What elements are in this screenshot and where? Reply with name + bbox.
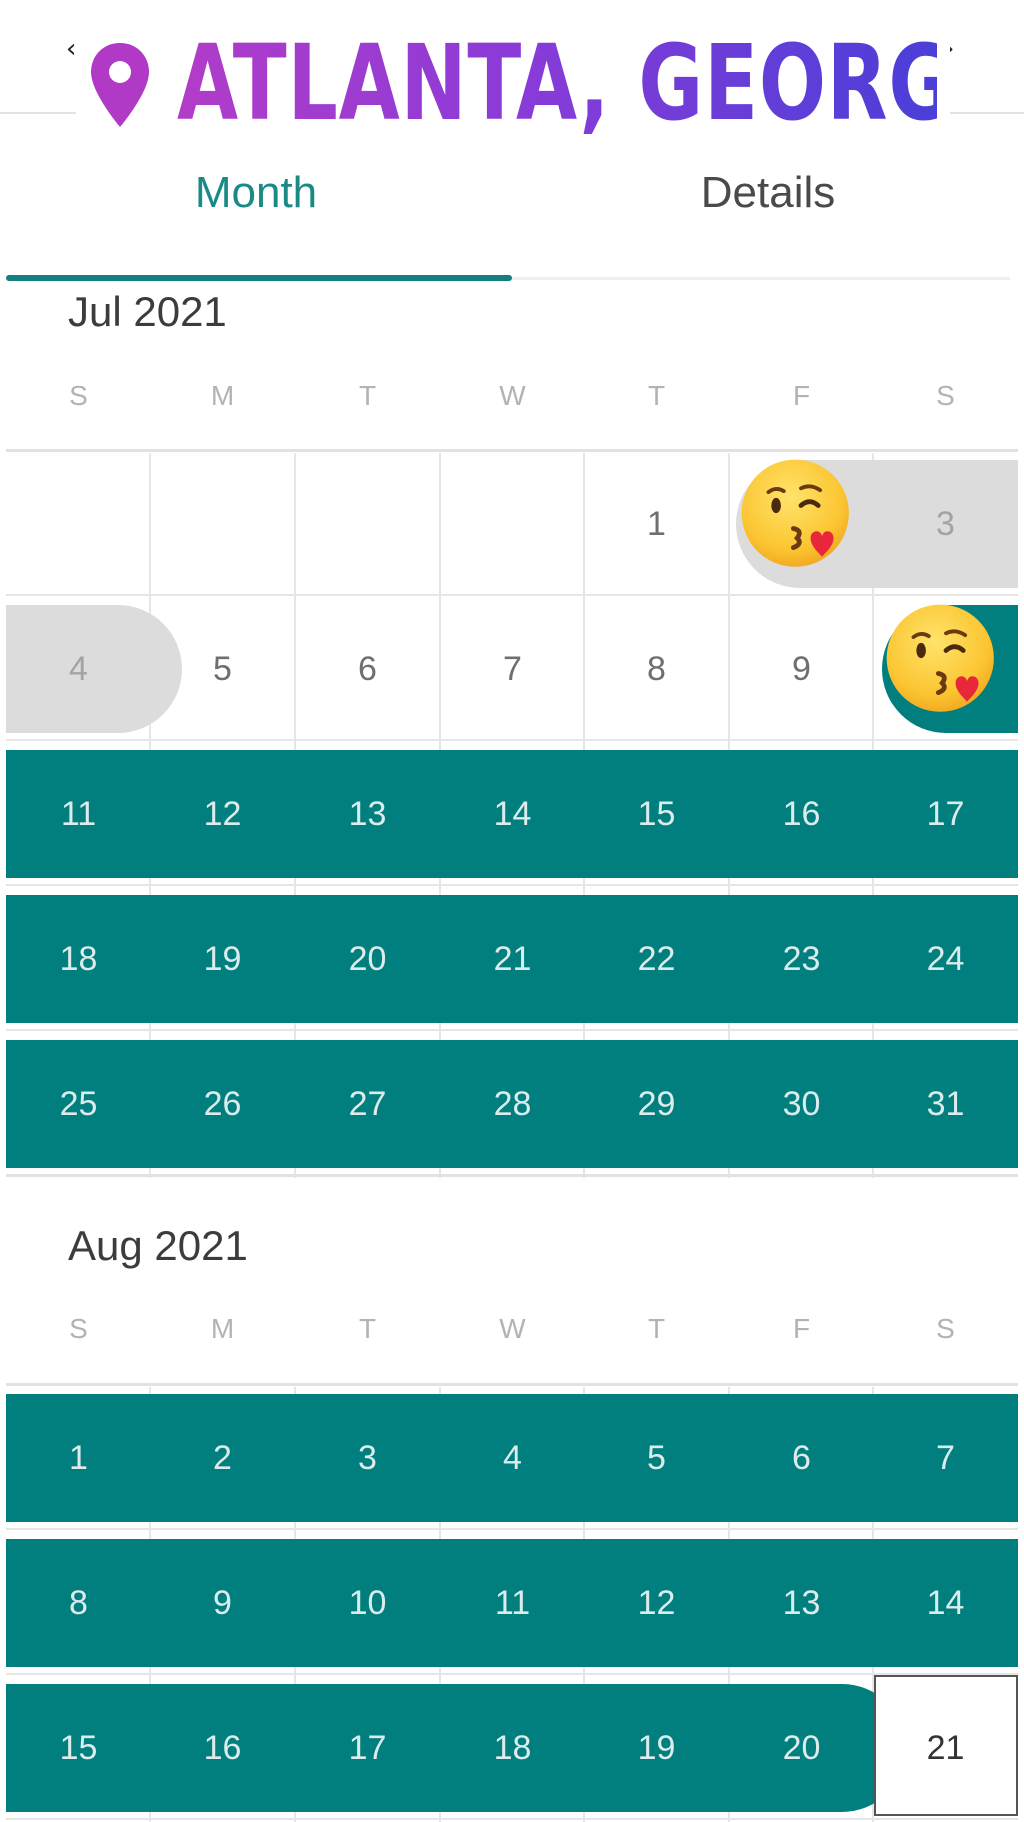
calendar-day[interactable]: 19: [584, 1728, 729, 1768]
grid-line: [294, 453, 296, 598]
calendar-day[interactable]: 16: [150, 1728, 295, 1768]
calendar-day[interactable]: 7: [873, 1438, 1018, 1478]
calendar-day[interactable]: 20: [729, 1728, 874, 1768]
calendar-day[interactable]: 11: [440, 1583, 585, 1623]
calendar-day[interactable]: 9: [150, 1583, 295, 1623]
weekday-label: T: [358, 1313, 377, 1344]
calendar-day[interactable]: 18: [6, 939, 151, 979]
kissing-face-emoji-icon: [886, 604, 994, 712]
weekday-divider: [6, 1383, 1018, 1386]
calendar-day[interactable]: 15: [6, 1728, 151, 1768]
calendar-day[interactable]: 8: [584, 649, 729, 689]
tab-month[interactable]: Month: [36, 168, 476, 218]
weekday-label: M: [210, 1313, 235, 1344]
chevron-left-icon[interactable]: ‹: [66, 36, 76, 62]
grid-line: [439, 453, 441, 598]
calendar-day[interactable]: 17: [295, 1728, 440, 1768]
month-title: Jul 2021: [68, 288, 227, 335]
weekday-label: T: [647, 380, 666, 411]
weekday-label: S: [936, 1313, 955, 1344]
weekday-label: S: [69, 380, 88, 411]
calendar-day[interactable]: 22: [584, 939, 729, 979]
grid-line: [6, 1528, 1018, 1530]
weekday-label: W: [499, 380, 526, 411]
calendar-day[interactable]: 19: [150, 939, 295, 979]
calendar-day[interactable]: 15: [584, 794, 729, 834]
kissing-face-emoji-icon: [741, 459, 849, 567]
calendar-day[interactable]: 4: [440, 1438, 585, 1478]
month-divider: [6, 1174, 1018, 1177]
calendar-day[interactable]: 27: [295, 1084, 440, 1124]
calendar-day[interactable]: 29: [584, 1084, 729, 1124]
calendar-day[interactable]: 23: [729, 939, 874, 979]
calendar-day[interactable]: 2: [150, 1438, 295, 1478]
calendar-day[interactable]: 31: [873, 1084, 1018, 1124]
calendar-day[interactable]: 30: [729, 1084, 874, 1124]
calendar-day[interactable]: 6: [295, 649, 440, 689]
top-divider-left: [0, 112, 76, 114]
calendar-day[interactable]: 11: [6, 794, 151, 834]
tab-active-indicator: [6, 275, 512, 281]
weekday-label: T: [647, 1313, 666, 1344]
location-sticker: ATLANTA, GEORGIA: [76, 8, 1024, 158]
weekday-label: T: [358, 380, 377, 411]
weekday-label: F: [792, 1313, 811, 1344]
calendar-day[interactable]: 25: [6, 1084, 151, 1124]
month-title: Aug 2021: [68, 1222, 248, 1269]
calendar-day[interactable]: 24: [873, 939, 1018, 979]
calendar-day[interactable]: 20: [295, 939, 440, 979]
calendar-day[interactable]: 18: [440, 1728, 585, 1768]
calendar-day[interactable]: 1: [6, 1438, 151, 1478]
calendar-day[interactable]: 4: [6, 649, 151, 689]
calendar-day[interactable]: 16: [729, 794, 874, 834]
calendar-day[interactable]: 7: [440, 649, 585, 689]
weekday-label: F: [792, 380, 811, 411]
location-text: ATLANTA, GEORGIA: [177, 22, 1024, 144]
calendar-day[interactable]: 28: [440, 1084, 585, 1124]
calendar-day[interactable]: 17: [873, 794, 1018, 834]
calendar-day[interactable]: 14: [440, 794, 585, 834]
calendar-day[interactable]: 26: [150, 1084, 295, 1124]
calendar-day[interactable]: 12: [150, 794, 295, 834]
calendar-day[interactable]: 8: [6, 1583, 151, 1623]
calendar-day[interactable]: 5: [150, 649, 295, 689]
calendar-day[interactable]: 14: [873, 1583, 1018, 1623]
calendar-day[interactable]: 3: [295, 1438, 440, 1478]
grid-line: [6, 594, 1018, 596]
location-pin-icon: [91, 43, 149, 127]
grid-line: [6, 1673, 1018, 1675]
calendar-day[interactable]: 13: [295, 794, 440, 834]
weekday-label: M: [210, 380, 235, 411]
weekday-label: S: [69, 1313, 88, 1344]
calendar-day[interactable]: 3: [873, 504, 1018, 544]
weekday-label: S: [936, 380, 955, 411]
grid-line: [6, 739, 1018, 741]
calendar-day[interactable]: 5: [584, 1438, 729, 1478]
grid-line: [6, 1029, 1018, 1031]
weekday-label: W: [499, 1313, 526, 1344]
calendar-day[interactable]: 21: [873, 1728, 1018, 1768]
calendar-day[interactable]: 10: [295, 1583, 440, 1623]
grid-line: [6, 884, 1018, 886]
calendar-day[interactable]: 13: [729, 1583, 874, 1623]
grid-line: [149, 453, 151, 598]
calendar-day[interactable]: 1: [584, 504, 729, 544]
calendar-day[interactable]: 9: [729, 649, 874, 689]
calendar-day[interactable]: 21: [440, 939, 585, 979]
calendar-day[interactable]: 12: [584, 1583, 729, 1623]
calendar-day[interactable]: 6: [729, 1438, 874, 1478]
tab-details[interactable]: Details: [548, 168, 988, 218]
